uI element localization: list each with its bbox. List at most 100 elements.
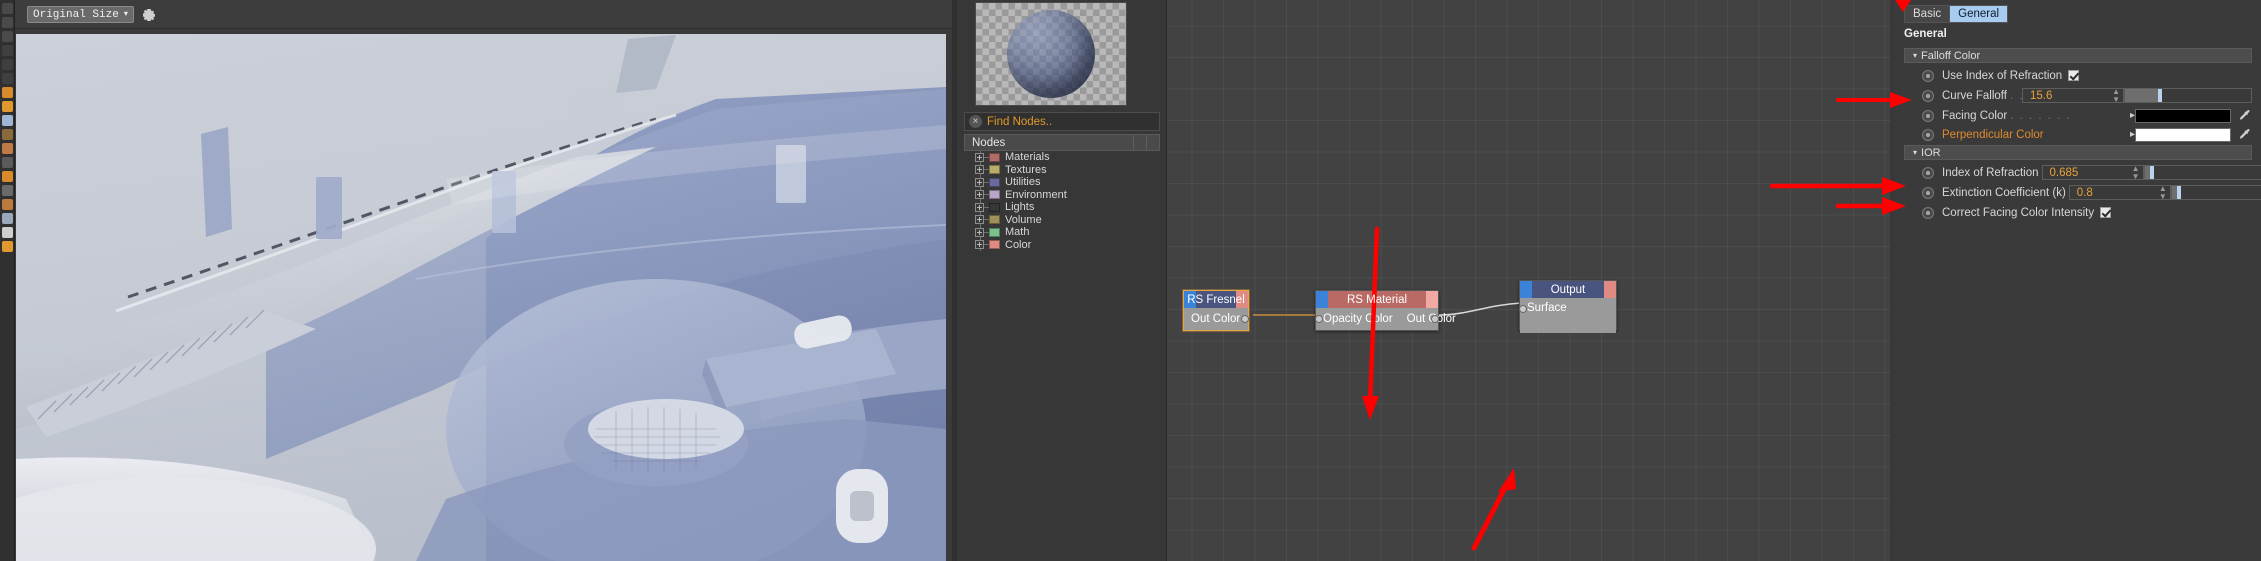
slider-index-of-refraction[interactable] [2143, 165, 2261, 180]
node-header[interactable]: RS Material [1316, 291, 1438, 308]
group-header-ior[interactable]: ▾ IOR [1904, 145, 2252, 160]
node-output[interactable]: Output Surface [1519, 280, 1617, 333]
expand-icon[interactable] [975, 202, 984, 212]
row-curve-falloff[interactable]: Curve Falloff . . . . . . . . 15.6 ▲▼ [1904, 86, 2252, 105]
expand-icon[interactable] [975, 152, 984, 162]
leader-dots: . . . . . . . [2010, 109, 2072, 122]
tab-general[interactable]: General [1950, 6, 2008, 22]
tree-item-lights[interactable]: Lights [964, 201, 1160, 214]
slider-extinction-coefficient[interactable] [2170, 185, 2261, 200]
tree-item-volume[interactable]: Volume [964, 214, 1160, 227]
stepper-icon[interactable]: ▲ ▼ [2112, 87, 2120, 104]
port-out-color[interactable] [1241, 315, 1249, 323]
row-correct-facing-color-intensity[interactable]: Correct Facing Color Intensity [1904, 203, 2252, 222]
param-toggle-radio[interactable] [1922, 109, 1934, 122]
node-rs-material[interactable]: RS Material Opacity Color Out Color [1315, 290, 1456, 331]
tool-icon-mograph[interactable] [1, 199, 13, 210]
group-label: Falloff Color [1921, 49, 1981, 62]
tree-item-textures[interactable]: Textures [964, 164, 1160, 177]
find-nodes-field[interactable]: × Find Nodes.. [964, 112, 1160, 131]
row-index-of-refraction[interactable]: Index of Refraction . . . . . . . . . 0.… [1904, 163, 2261, 182]
port-surface[interactable] [1519, 305, 1527, 313]
tool-icon-render[interactable] [1, 227, 13, 238]
close-icon[interactable]: × [969, 115, 982, 128]
tool-icon-object[interactable] [1, 87, 13, 98]
eyedropper-icon[interactable] [2238, 128, 2252, 142]
tool-icon-light[interactable] [1, 101, 13, 112]
tool-icon[interactable] [1, 45, 13, 56]
node-rs-fresnel[interactable]: RS Fresnel Out Color [1183, 290, 1249, 331]
row-perpendicular-color[interactable]: Perpendicular Color ▸ [1904, 125, 2252, 144]
color-swatch-facing-color[interactable] [2135, 108, 2231, 123]
input-index-of-refraction[interactable]: 0.685 ▲ ▼ [2041, 164, 2144, 181]
tree-item-label: Color [1005, 238, 1032, 251]
node-graph-canvas[interactable]: RS Fresnel Out Color RS Material Opacity… [1167, 0, 1890, 561]
chevron-down-icon: ▾ [123, 9, 128, 19]
port-out-color[interactable] [1431, 315, 1439, 323]
tool-icon[interactable] [1, 17, 13, 28]
tool-icon-camera[interactable] [1, 115, 13, 126]
expand-icon[interactable] [975, 190, 984, 200]
tool-icon-spline[interactable] [1, 129, 13, 140]
node-header[interactable]: RS Fresnel [1184, 291, 1248, 308]
expand-icon[interactable] [975, 177, 984, 187]
material-preview[interactable] [975, 2, 1127, 106]
tool-icon[interactable] [1, 31, 13, 42]
checkbox-use-index-of-refraction[interactable] [2068, 70, 2080, 81]
tree-item-materials[interactable]: Materials [964, 151, 1160, 164]
tool-icon-plugin[interactable] [1, 241, 13, 252]
node-title: Output [1550, 283, 1586, 296]
checkbox-correct-facing-color-intensity[interactable] [2100, 207, 2112, 218]
row-use-index-of-refraction[interactable]: Use Index of Refraction [1904, 66, 2252, 85]
tree-item-environment[interactable]: Environment [964, 189, 1160, 202]
stepper-icon[interactable]: ▲ ▼ [2159, 184, 2167, 201]
eyedropper-icon[interactable] [2238, 109, 2252, 123]
expand-icon[interactable] [975, 227, 984, 237]
zoom-level-dropdown[interactable]: Original Size ▾ [27, 6, 134, 23]
param-toggle-radio[interactable] [1922, 166, 1934, 179]
node-header[interactable]: Output [1520, 281, 1616, 298]
input-extinction-coefficient[interactable]: 0.8 ▲ ▼ [2068, 184, 2171, 201]
nodes-header-label: Nodes [972, 136, 1006, 149]
stepper-icon[interactable]: ▲ ▼ [2132, 164, 2140, 181]
port-opacity-color[interactable] [1315, 315, 1323, 323]
expand-icon[interactable] [975, 165, 984, 175]
expand-icon[interactable] [975, 215, 984, 225]
row-extinction-coefficient[interactable]: Extinction Coefficient (k) . . . . 0.8 ▲… [1904, 183, 2261, 202]
tab-basic[interactable]: Basic [1905, 6, 1951, 22]
category-color-swatch [989, 215, 1000, 225]
input-curve-falloff[interactable]: 15.6 ▲ ▼ [2022, 87, 2124, 104]
tool-icon-deformer[interactable] [1, 157, 13, 168]
node-body: Surface [1519, 298, 1616, 333]
param-toggle-radio[interactable] [1922, 186, 1934, 199]
tool-icon-char[interactable] [1, 213, 13, 224]
tool-icon-scene[interactable] [1, 171, 13, 182]
nodes-column-header[interactable]: Nodes [964, 134, 1160, 151]
row-facing-color[interactable]: Facing Color . . . . . . . ▸ [1904, 106, 2252, 125]
param-toggle-radio[interactable] [1922, 89, 1934, 102]
slider-curve-falloff[interactable] [2124, 88, 2252, 103]
color-swatch-perpendicular-color[interactable] [2135, 127, 2231, 142]
param-toggle-radio[interactable] [1922, 206, 1934, 219]
tree-item-color[interactable]: Color [964, 239, 1160, 252]
tree-item-math[interactable]: Math [964, 226, 1160, 239]
tool-icon[interactable] [1, 3, 13, 14]
column-divider[interactable] [1146, 135, 1147, 150]
column-divider[interactable] [1133, 135, 1134, 150]
tool-icon[interactable] [1, 59, 13, 70]
tool-icon[interactable] [1, 73, 13, 84]
tool-icon-sim[interactable] [1, 185, 13, 196]
node-output-cap [1604, 281, 1616, 298]
tool-icon-nurbs[interactable] [1, 143, 13, 154]
category-color-swatch [989, 227, 1000, 237]
tree-item-utilities[interactable]: Utilities [964, 176, 1160, 189]
param-toggle-radio[interactable] [1922, 128, 1934, 141]
group-header-falloff-color[interactable]: ▾ Falloff Color [1904, 48, 2252, 63]
rendered-image[interactable] [16, 29, 946, 561]
left-tool-strip[interactable] [0, 0, 15, 561]
param-toggle-radio[interactable] [1922, 69, 1934, 82]
node-body: Out Color [1184, 308, 1249, 330]
category-color-swatch [989, 190, 1000, 200]
expand-icon[interactable] [975, 240, 984, 250]
gear-icon[interactable] [141, 7, 157, 23]
